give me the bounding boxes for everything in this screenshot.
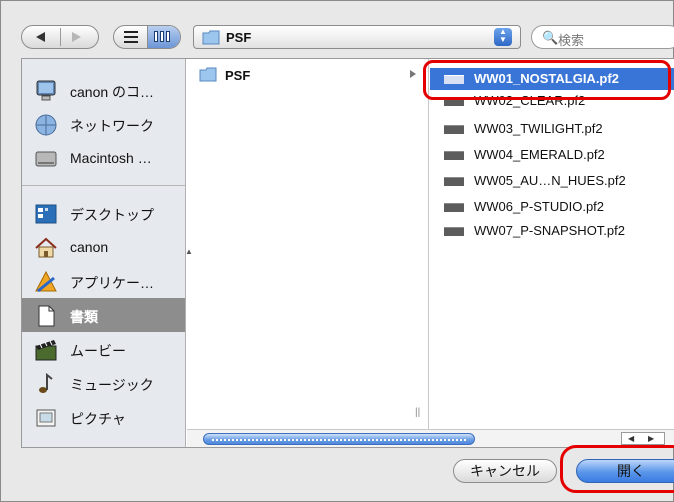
updown-arrows-icon: ▲ ▼ <box>494 28 512 46</box>
file-icon <box>444 151 464 160</box>
file-row-ww03[interactable]: WW03_TWILIGHT.pf2 <box>430 118 674 140</box>
search-icon: 🔍 <box>542 30 559 45</box>
file-row-ww04[interactable]: WW04_EMERALD.pf2 <box>430 144 674 166</box>
divider <box>60 28 61 46</box>
desktop-icon <box>34 202 58 226</box>
column-resize-handle[interactable]: || <box>415 407 420 418</box>
column-2: WW01_NOSTALGIA.pf2 WW02_CLEAR.pf2 WW03_T… <box>430 59 674 429</box>
toolbar: PSF ▲ ▼ 🔍 検索 <box>21 25 674 53</box>
scroll-arrows[interactable]: ◀ ▶ <box>621 432 665 445</box>
chevron-right-icon <box>410 70 416 78</box>
sidebar-item-macintosh[interactable]: Macintosh … <box>22 141 185 175</box>
file-row-ww07[interactable]: WW07_P-SNAPSHOT.pf2 <box>430 220 674 242</box>
network-icon <box>34 113 58 137</box>
file-row-ww06[interactable]: WW06_P-STUDIO.pf2 <box>430 196 674 218</box>
movies-icon <box>34 338 58 362</box>
sidebar-item-label: ピクチャ <box>70 411 126 427</box>
column-1: PSF || <box>187 59 429 429</box>
cancel-button[interactable]: キャンセル <box>453 459 557 483</box>
file-browser: canon のコ… ネットワーク Macintosh … デスクトップ cano… <box>21 58 674 448</box>
file-name: WW07_P-SNAPSHOT.pf2 <box>474 223 625 238</box>
file-row-ww05[interactable]: WW05_AU…N_HUES.pf2 <box>430 170 674 192</box>
music-icon <box>34 372 58 396</box>
file-icon <box>444 177 464 186</box>
folder-icon <box>199 67 217 87</box>
file-name: WW03_TWILIGHT.pf2 <box>474 121 603 136</box>
pictures-icon <box>34 406 58 430</box>
sidebar-item-label: Macintosh … <box>70 150 152 166</box>
sidebar-item-movies[interactable]: ムービー <box>22 332 185 366</box>
documents-icon <box>34 304 58 328</box>
sidebar-item-home[interactable]: canon <box>22 230 185 264</box>
sidebar-item-documents[interactable]: 書類 <box>22 298 185 332</box>
sidebar: canon のコ… ネットワーク Macintosh … デスクトップ cano… <box>22 59 193 447</box>
path-popup[interactable]: PSF ▲ ▼ <box>193 25 521 49</box>
sidebar-item-label: canon <box>70 239 109 255</box>
file-name: WW04_EMERALD.pf2 <box>474 147 605 162</box>
folder-icon <box>202 30 220 50</box>
file-icon <box>444 227 464 236</box>
sidebar-item-label: canon のコ… <box>70 84 155 100</box>
navigation-buttons <box>21 25 99 49</box>
sidebar-item-label: アプリケー… <box>70 275 154 291</box>
path-label: PSF <box>226 30 252 45</box>
file-icon <box>444 203 464 212</box>
sidebar-item-label: ネットワーク <box>70 118 154 134</box>
sidebar-item-music[interactable]: ミュージック <box>22 366 185 400</box>
sidebar-item-applications[interactable]: アプリケー… <box>22 264 185 298</box>
applications-icon <box>34 270 58 294</box>
scroll-left-icon[interactable]: ◀ <box>628 434 634 443</box>
folder-label: PSF <box>225 68 251 83</box>
search-placeholder: 検索 <box>558 33 585 48</box>
sidebar-item-label: ムービー <box>70 343 126 359</box>
scrollbar-thumb[interactable] <box>203 433 475 445</box>
list-view-icon[interactable] <box>124 31 138 43</box>
sidebar-item-label: 書類 <box>70 309 98 325</box>
file-name: WW06_P-STUDIO.pf2 <box>474 199 605 214</box>
computer-icon <box>34 79 58 103</box>
sidebar-item-label: ミュージック <box>70 377 154 393</box>
sidebar-item-pictures[interactable]: ピクチャ <box>22 400 185 434</box>
folder-row-psf[interactable]: PSF <box>187 65 428 87</box>
sidebar-item-desktop[interactable]: デスクトップ <box>22 196 185 230</box>
forward-button[interactable] <box>72 32 81 42</box>
scroll-right-icon[interactable]: ▶ <box>648 434 654 443</box>
sidebar-item-network[interactable]: ネットワーク <box>22 107 185 141</box>
search-field[interactable]: 🔍 検索 <box>531 25 674 49</box>
sidebar-separator <box>22 185 185 186</box>
highlight-open-annotation <box>560 445 674 493</box>
file-icon <box>444 125 464 134</box>
file-name: WW05_AU…N_HUES.pf2 <box>474 173 626 188</box>
sidebar-item-label: デスクトップ <box>70 207 154 223</box>
sidebar-item-computer[interactable]: canon のコ… <box>22 73 185 107</box>
hard-drive-icon <box>34 147 58 171</box>
view-mode-switch <box>113 25 181 49</box>
highlight-file-annotation <box>423 60 671 100</box>
back-button[interactable] <box>36 32 45 42</box>
column-view-icon[interactable] <box>148 26 180 48</box>
home-icon <box>34 236 58 260</box>
